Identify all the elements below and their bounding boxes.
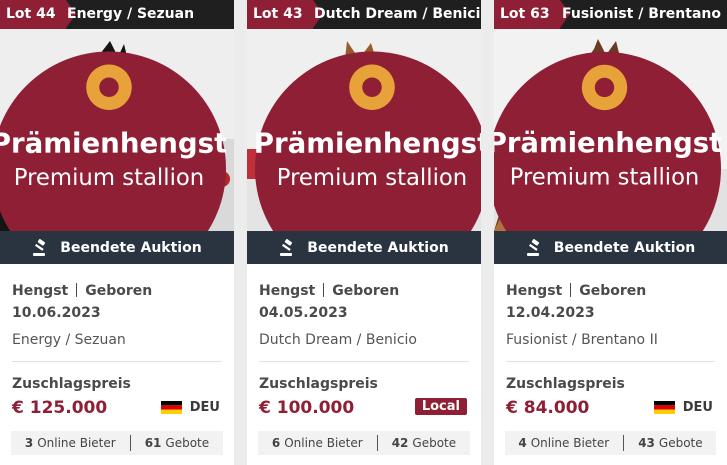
premium-stallion-badge: Prämienhengst Premium stallion bbox=[494, 51, 721, 231]
card-info: Hengst Geboren 12.04.2023 Fusionist / Bre… bbox=[494, 264, 727, 420]
pedigree: Fusionist / Brentano II bbox=[506, 332, 658, 348]
hammer-price: € 84.000 bbox=[506, 398, 590, 418]
auction-status-bar: Beendete Auktion bbox=[247, 231, 481, 264]
svg-text:Premium stallion: Premium stallion bbox=[277, 165, 467, 191]
price-label: Zuschlagspreis bbox=[259, 376, 378, 392]
divider bbox=[12, 361, 222, 362]
local-buyer-badge: Local bbox=[414, 398, 467, 415]
gavel-icon bbox=[526, 238, 539, 256]
bids-label: Gebote bbox=[165, 436, 210, 450]
price-label: Zuschlagspreis bbox=[506, 376, 625, 392]
status-label: Beendete Auktion bbox=[307, 239, 449, 256]
born-label: Geboren bbox=[85, 283, 153, 299]
horse-meta: Hengst Geboren 04.05.2023 bbox=[259, 280, 469, 324]
premium-stallion-badge: Prämienhengst Premium stallion bbox=[0, 51, 226, 231]
germany-flag-icon bbox=[653, 401, 675, 414]
bids-label: Gebote bbox=[658, 436, 703, 450]
lot-title[interactable]: Energy / Sezuan bbox=[67, 0, 194, 29]
bid-stats: 3 Online Bieter 61 Gebote bbox=[11, 431, 223, 455]
lot-number: Lot 43 bbox=[247, 0, 323, 29]
gavel-icon bbox=[280, 238, 293, 256]
card-header: Lot 63 Fusionist / Brentano II bbox=[494, 0, 727, 29]
svg-text:Prämienhengst: Prämienhengst bbox=[494, 127, 721, 159]
pedigree: Dutch Dream / Benicio bbox=[259, 332, 417, 348]
auction-card[interactable]: Lot 43 Dutch Dream / Benicio Prämienheng… bbox=[247, 0, 481, 465]
svg-text:Prämienhengst: Prämienhengst bbox=[255, 126, 481, 159]
bids-count: 61 bbox=[144, 436, 162, 450]
auction-status-bar: Beendete Auktion bbox=[0, 231, 234, 264]
horse-photo[interactable]: Prämienhengst Premium stallion bbox=[0, 29, 234, 231]
online-bidders-label: Online Bieter bbox=[284, 436, 363, 450]
buyer-country: DEU bbox=[653, 400, 713, 415]
svg-text:Prämienhengst: Prämienhengst bbox=[0, 126, 226, 159]
horse-photo[interactable]: Prämienhengst Premium stallion bbox=[494, 29, 727, 231]
lot-number: Lot 44 bbox=[0, 0, 76, 29]
country-code: DEU bbox=[682, 400, 713, 415]
germany-flag-icon bbox=[160, 401, 182, 414]
price-label: Zuschlagspreis bbox=[12, 376, 131, 392]
horse-photo[interactable]: Prämienhengst Premium stallion bbox=[247, 29, 481, 231]
bid-stats: 4 Online Bieter 43 Gebote bbox=[505, 431, 716, 455]
online-bidders-count: 4 bbox=[518, 436, 527, 450]
online-bidders-count: 6 bbox=[271, 436, 281, 450]
online-bidders-label: Online Bieter bbox=[530, 436, 610, 450]
hammer-price: € 100.000 bbox=[259, 398, 355, 418]
birth-date: 12.04.2023 bbox=[506, 305, 595, 321]
auction-status-bar: Beendete Auktion bbox=[494, 231, 727, 264]
bid-stats: 6 Online Bieter 42 Gebote bbox=[258, 431, 470, 455]
card-header: Lot 44 Energy / Sezuan bbox=[0, 0, 234, 29]
svg-text:Premium stallion: Premium stallion bbox=[14, 165, 204, 191]
born-label: Geboren bbox=[579, 283, 647, 299]
bids-count: 43 bbox=[638, 436, 655, 450]
sex-label: Hengst bbox=[506, 283, 563, 299]
sex-label: Hengst bbox=[12, 283, 69, 299]
pedigree: Energy / Sezuan bbox=[12, 332, 126, 348]
card-header: Lot 43 Dutch Dream / Benicio bbox=[247, 0, 481, 29]
bids-count: 42 bbox=[391, 436, 409, 450]
divider bbox=[259, 361, 469, 362]
bids-label: Gebote bbox=[412, 436, 457, 450]
lot-title[interactable]: Fusionist / Brentano II bbox=[562, 0, 727, 29]
premium-stallion-badge: Prämienhengst Premium stallion bbox=[255, 51, 481, 231]
status-label: Beendete Auktion bbox=[553, 239, 696, 256]
divider bbox=[506, 361, 715, 362]
birth-date: 10.06.2023 bbox=[12, 305, 101, 321]
horse-meta: Hengst Geboren 12.04.2023 bbox=[506, 280, 715, 324]
online-bidders-label: Online Bieter bbox=[37, 436, 116, 450]
lot-title[interactable]: Dutch Dream / Benicio bbox=[314, 0, 481, 29]
online-bidders-count: 3 bbox=[24, 436, 34, 450]
horse-meta: Hengst Geboren 10.06.2023 bbox=[12, 280, 222, 324]
gavel-icon bbox=[33, 238, 46, 256]
svg-text:Premium stallion: Premium stallion bbox=[510, 165, 700, 191]
born-label: Geboren bbox=[332, 283, 400, 299]
auction-card[interactable]: Lot 63 Fusionist / Brentano II Prämienhe… bbox=[494, 0, 727, 465]
lot-number: Lot 63 bbox=[494, 0, 570, 29]
sex-label: Hengst bbox=[259, 283, 316, 299]
auction-card[interactable]: Lot 44 Energy / Sezuan Prämienhengst Pre… bbox=[0, 0, 234, 465]
hammer-price: € 125.000 bbox=[12, 398, 108, 418]
card-info: Hengst Geboren 10.06.2023 Energy / Sezuan… bbox=[0, 264, 234, 420]
card-info: Hengst Geboren 04.05.2023 Dutch Dream / B… bbox=[247, 264, 481, 420]
birth-date: 04.05.2023 bbox=[259, 305, 348, 321]
status-label: Beendete Auktion bbox=[60, 239, 202, 256]
country-code: DEU bbox=[189, 400, 220, 415]
buyer-country: DEU bbox=[160, 400, 220, 415]
